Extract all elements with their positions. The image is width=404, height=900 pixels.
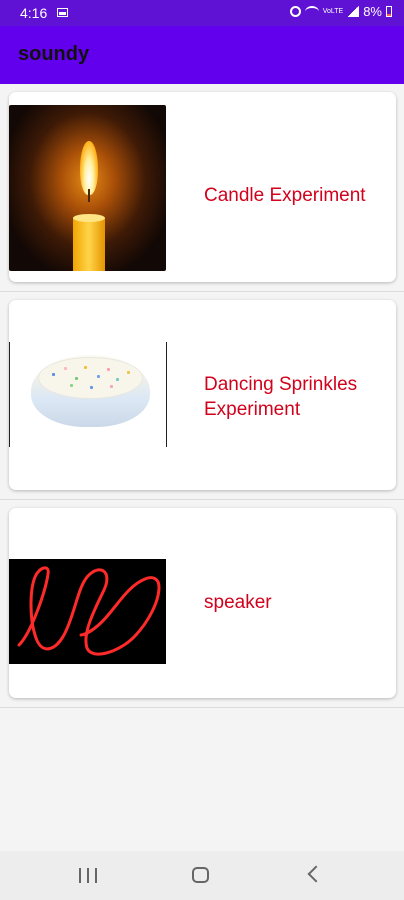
cream-icon — [39, 358, 142, 398]
flame-icon — [80, 141, 98, 195]
speaker-light-image — [9, 559, 166, 664]
item-label: Candle Experiment — [204, 185, 366, 206]
list-divider — [0, 291, 404, 292]
item-label: speaker — [204, 592, 272, 613]
candle-image — [9, 105, 166, 271]
wifi-icon — [304, 5, 319, 18]
list-divider — [0, 707, 404, 708]
app-title: soundy — [18, 43, 90, 65]
volte-label: VoLTE — [322, 8, 344, 15]
status-icons: VoLTE 8% — [289, 4, 392, 19]
candle-icon — [73, 214, 105, 271]
battery-icon — [386, 6, 392, 17]
alarm-icon — [289, 6, 301, 17]
status-bar: 4:16 VoLTE 8% — [0, 0, 404, 26]
wick-icon — [88, 189, 90, 202]
status-time: 4:16 — [20, 5, 48, 21]
sprinkles-bowl-image — [9, 342, 167, 447]
list-divider — [0, 499, 404, 500]
item-label: Dancing Sprinkles Experiment — [204, 374, 358, 420]
list-item[interactable]: Candle Experiment — [9, 92, 396, 282]
signal-icon — [347, 6, 360, 17]
app-bar: soundy — [0, 26, 404, 84]
home-icon[interactable] — [192, 867, 209, 883]
list-item[interactable]: Dancing Sprinkles Experiment — [9, 300, 396, 490]
gallery-icon — [57, 8, 68, 17]
list-item[interactable]: speaker — [9, 508, 396, 698]
navigation-bar — [0, 851, 404, 900]
recent-apps-icon[interactable] — [79, 868, 97, 883]
red-light-trail-icon — [17, 566, 161, 656]
back-icon[interactable] — [307, 865, 325, 883]
battery-percent: 8% — [363, 4, 382, 19]
